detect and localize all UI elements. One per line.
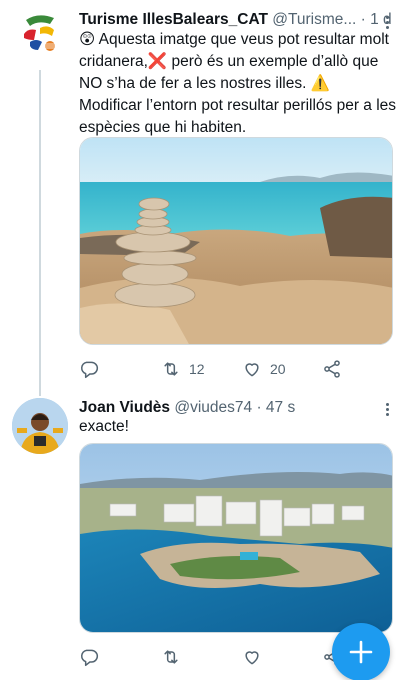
display-name[interactable]: Joan Viudès (79, 399, 170, 416)
retweet-count: 12 (189, 361, 205, 377)
timestamp[interactable]: 47 s (266, 399, 295, 416)
profile-photo (12, 398, 68, 454)
retweet-button[interactable] (161, 645, 181, 669)
avatar[interactable] (16, 10, 64, 58)
tweet-text: 😲 Aquesta imatge que veus pot resultar m… (79, 31, 397, 136)
tweet-header: Joan Viudès @viudes74 · 47 s (79, 398, 295, 418)
beach-stacked-stones-photo (80, 138, 392, 344)
reply-button[interactable] (79, 357, 99, 381)
retweet-button[interactable]: 12 (161, 357, 205, 381)
tweet-text: exacte! (79, 418, 129, 435)
reply-button[interactable] (79, 645, 99, 669)
tweet-image[interactable] (79, 137, 393, 345)
avatar[interactable] (12, 398, 68, 454)
reply-icon (81, 361, 99, 379)
heart-icon (245, 363, 259, 377)
turisme-logo-icon (24, 15, 55, 51)
like-button[interactable]: 20 (242, 357, 286, 381)
share-button[interactable] (322, 357, 342, 381)
user-handle[interactable]: @Turisme... (272, 11, 356, 28)
thread-line (39, 70, 41, 396)
compose-tweet-button[interactable] (332, 623, 390, 680)
plus-icon (349, 640, 373, 664)
coastal-hotels-aerial-photo (80, 444, 392, 632)
tweet-actions: 12 20 (79, 357, 379, 381)
retweet-icon (164, 650, 178, 664)
user-handle[interactable]: @viudes74 (174, 399, 252, 416)
reply-icon (81, 649, 99, 667)
tweet-image[interactable] (79, 443, 393, 633)
heart-icon (245, 651, 259, 665)
retweet-icon (164, 362, 178, 376)
tweet-header: Turisme IllesBalears_CAT @Turisme... · 1… (79, 10, 392, 30)
like-count: 20 (270, 361, 286, 377)
display-name[interactable]: Turisme IllesBalears_CAT (79, 11, 268, 28)
separator: · (256, 399, 262, 416)
share-icon (324, 360, 340, 378)
like-button[interactable] (242, 645, 262, 669)
separator: · (360, 11, 366, 28)
